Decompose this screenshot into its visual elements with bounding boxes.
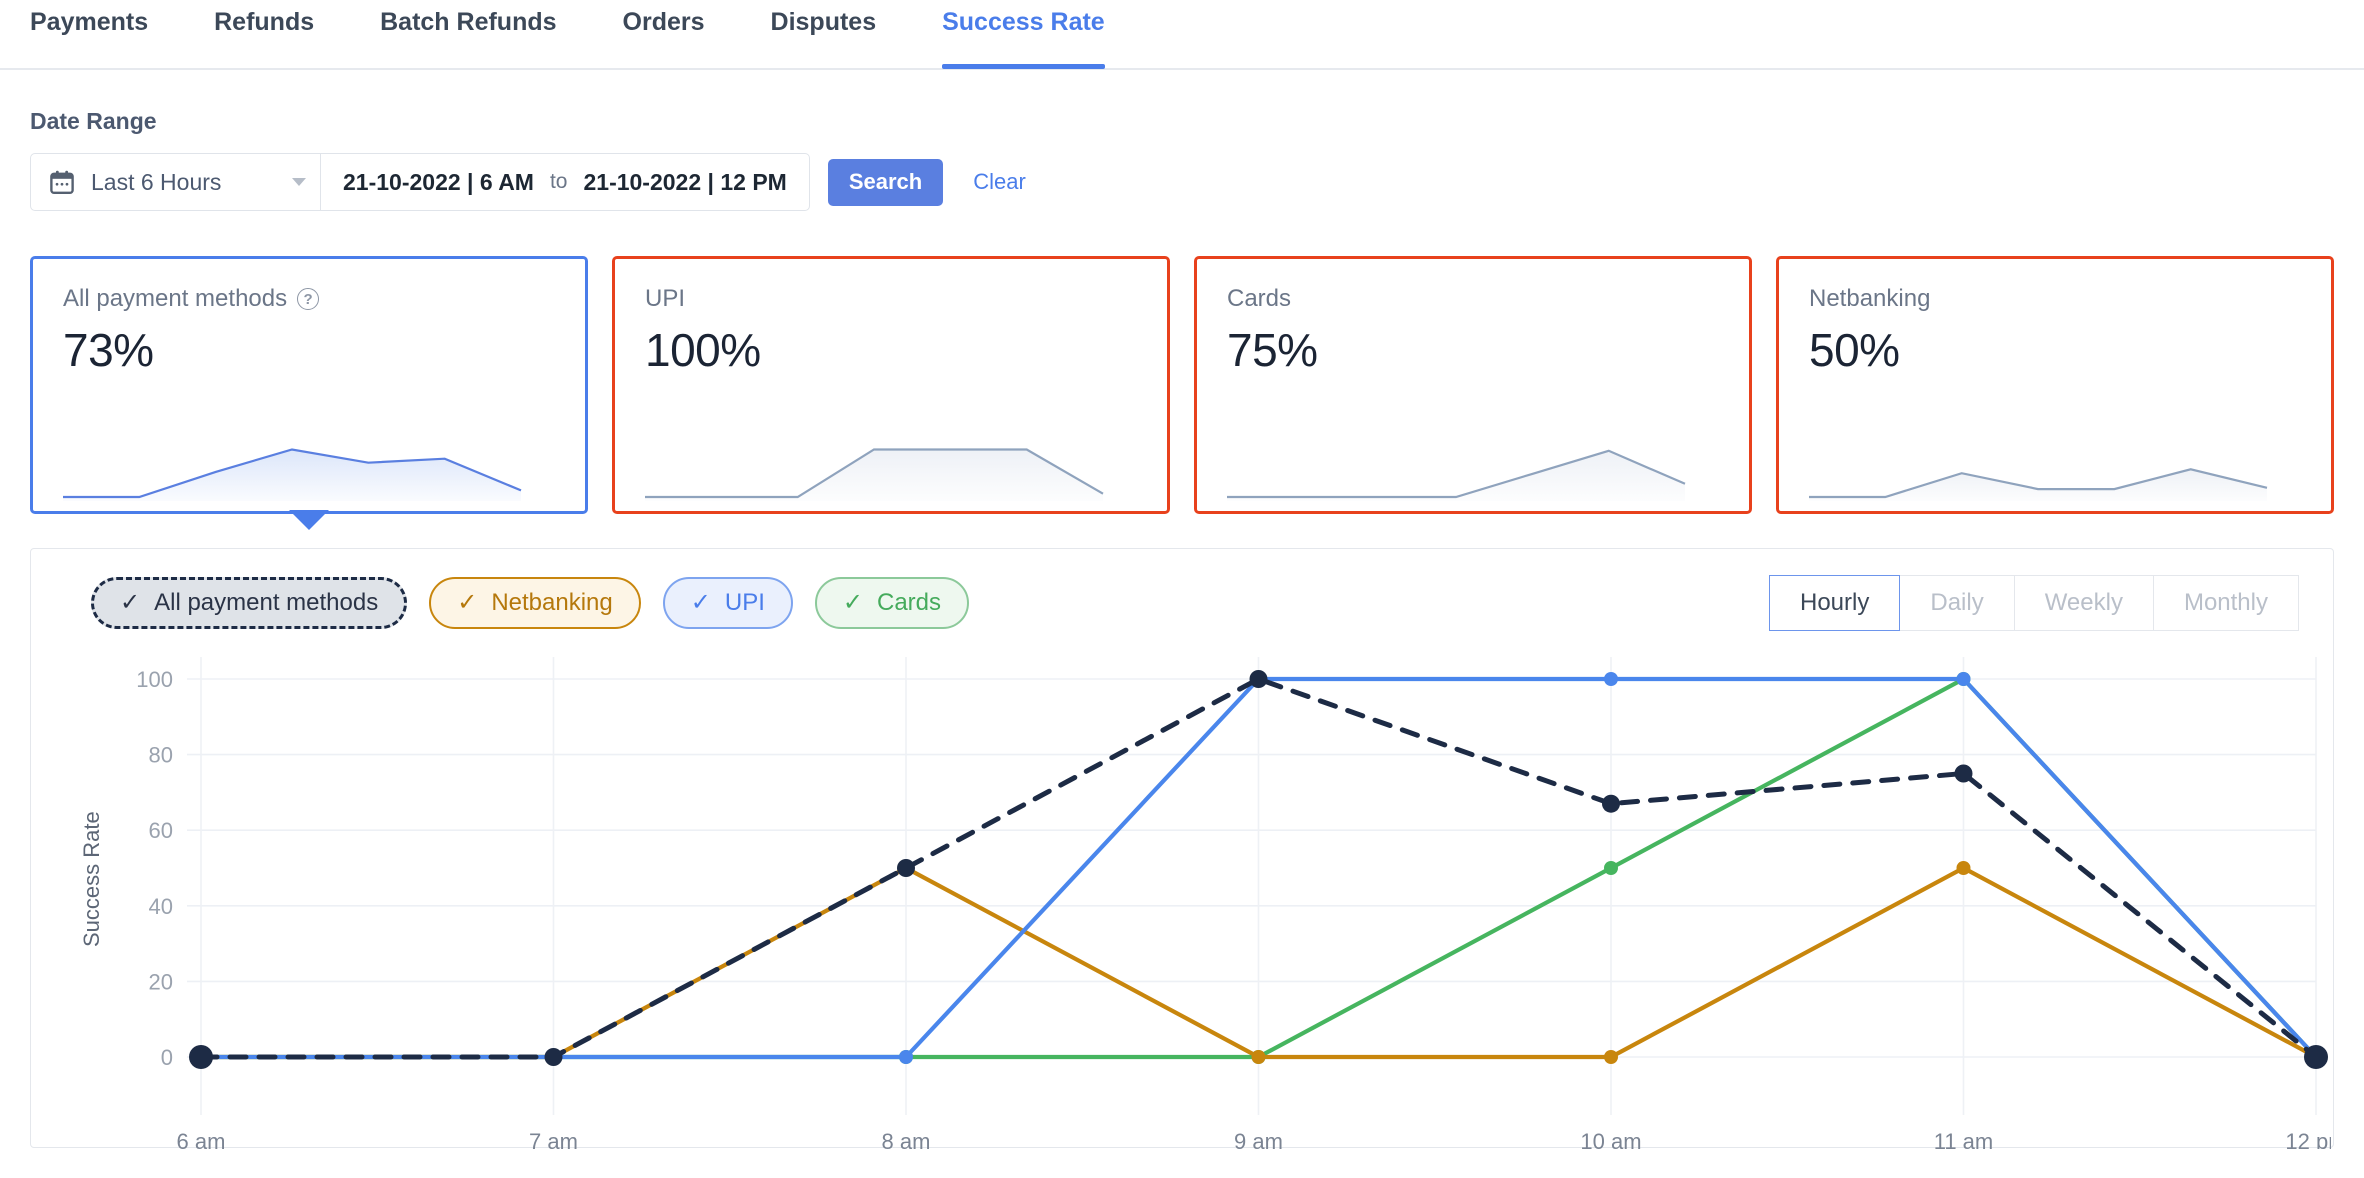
tab-batch-refunds[interactable]: Batch Refunds <box>380 0 556 67</box>
data-point <box>1604 1050 1618 1064</box>
metric-card-sparkline <box>1227 449 1686 501</box>
data-point <box>1249 670 1268 688</box>
date-preset-value: Last 6 Hours <box>91 168 222 195</box>
y-axis-tick: 20 <box>149 969 173 994</box>
tab-orders[interactable]: Orders <box>623 0 705 67</box>
series-chip-label: Cards <box>876 589 942 616</box>
metric-card-title: Netbanking <box>1809 285 2301 313</box>
check-icon: ✓ <box>842 589 863 616</box>
x-axis-tick: 12 pm <box>2285 1129 2331 1149</box>
date-range-input[interactable]: 21-10-2022 | 6 AM to 21-10-2022 | 12 PM <box>321 154 809 210</box>
series-chip-upi[interactable]: ✓ UPI <box>662 577 793 629</box>
metric-card-sparkline <box>63 448 522 501</box>
data-point <box>1954 764 1973 783</box>
data-point <box>1956 861 1971 875</box>
data-point <box>1604 861 1618 875</box>
x-axis-tick: 9 am <box>1234 1129 1283 1149</box>
metric-cards-row: All payment methods? 73% UPI 100% Cards 75% Ne… <box>0 211 2364 530</box>
granularity-hourly[interactable]: Hourly <box>1769 575 1901 631</box>
granularity-toggle-group: Hourly Daily Weekly Monthly <box>1769 575 2299 631</box>
metric-card-title: All payment methods? <box>63 285 555 313</box>
date-range-box: Last 6 Hours 21-10-2022 | 6 AM to 21-10-… <box>30 153 810 211</box>
date-range-section: Date Range Last 6 Hours 21-10-2022 | 6 A… <box>0 70 2364 211</box>
success-rate-line-chart: 0 20 40 60 80 100 6 am 7 am 8 am 9 am 10 am 11 am 12… <box>136 657 2347 1154</box>
series-chip-all-payment-methods[interactable]: ✓ All payment methods <box>91 577 408 629</box>
data-point <box>1604 672 1618 686</box>
data-point <box>2304 1045 2328 1069</box>
data-point <box>897 859 915 877</box>
data-point <box>1251 1050 1266 1064</box>
data-point <box>1956 672 1971 686</box>
granularity-weekly[interactable]: Weekly <box>2014 575 2154 631</box>
granularity-daily[interactable]: Daily <box>1900 575 2015 631</box>
main-tab-bar: Payments Refunds Batch Refunds Orders Disput… <box>0 0 2364 70</box>
metric-card-sparkline <box>1809 468 2268 501</box>
x-axis-tick: 11 am <box>1934 1129 1994 1149</box>
metric-card-cards[interactable]: Cards 75% <box>1194 256 1752 514</box>
search-button[interactable]: Search <box>827 158 944 206</box>
check-icon: ✓ <box>690 589 711 616</box>
chevron-down-icon <box>292 178 306 186</box>
check-icon: ✓ <box>457 589 478 616</box>
metric-card-title: Cards <box>1227 285 1719 313</box>
success-rate-chart-panel: ✓ All payment methods ✓ Netbanking ✓ UPI ✓ Card… <box>30 548 2347 1154</box>
metric-card-title-text: Cards <box>1227 285 1292 312</box>
metric-card-upi[interactable]: UPI 100% <box>612 256 1170 514</box>
x-axis-tick: 6 am <box>177 1129 226 1149</box>
granularity-monthly[interactable]: Monthly <box>2153 575 2299 631</box>
metric-card-value: 50% <box>1809 324 1900 376</box>
x-axis-tick: 8 am <box>882 1129 931 1149</box>
series-chip-cards[interactable]: ✓ Cards <box>814 577 970 629</box>
tab-refunds[interactable]: Refunds <box>214 0 314 67</box>
x-axis-tick: 7 am <box>529 1129 578 1149</box>
y-axis-tick: 60 <box>149 818 173 843</box>
date-preset-dropdown[interactable]: Last 6 Hours <box>31 154 321 210</box>
date-to-separator: to <box>549 170 568 193</box>
series-chip-label: All payment methods <box>154 589 379 616</box>
metric-card-title-text: UPI <box>645 285 686 312</box>
series-filter-chips: ✓ All payment methods ✓ Netbanking ✓ UPI ✓ Card… <box>91 577 970 629</box>
metric-card-sparkline <box>645 448 1104 501</box>
metric-card-value: 75% <box>1227 324 1318 376</box>
tab-success-rate[interactable]: Success Rate <box>942 0 1105 69</box>
data-point <box>189 1045 213 1069</box>
metric-card-title-text: All payment methods <box>63 285 288 312</box>
chart-y-axis-label: Success Rate <box>79 811 104 947</box>
date-to-value: 21-10-2022 | 12 PM <box>583 168 787 195</box>
selected-card-pointer <box>289 510 329 530</box>
series-chip-label: Netbanking <box>491 589 613 616</box>
metric-card-netbanking[interactable]: Netbanking 50% <box>1776 256 2334 514</box>
date-range-label: Date Range <box>30 108 157 134</box>
metric-card-value: 100% <box>645 324 761 376</box>
date-range-controls: Last 6 Hours 21-10-2022 | 6 AM to 21-10-… <box>30 153 2364 211</box>
y-axis-tick: 0 <box>161 1045 173 1070</box>
tab-payments[interactable]: Payments <box>30 0 148 67</box>
data-point <box>1602 794 1620 813</box>
date-from-value: 21-10-2022 | 6 AM <box>343 168 534 195</box>
metric-card-all-payment-methods[interactable]: All payment methods? 73% <box>30 256 588 530</box>
tab-disputes[interactable]: Disputes <box>771 0 877 67</box>
x-axis-tick: 10 am <box>1580 1129 1641 1149</box>
metric-card-title-text: Netbanking <box>1809 285 1931 312</box>
series-chip-netbanking[interactable]: ✓ Netbanking <box>429 577 641 629</box>
chart-plot-area: Success Rate 0 20 40 60 80 100 6 am 7 am 8 am 9 a… <box>31 657 2347 1154</box>
question-circle-icon[interactable]: ? <box>297 288 320 310</box>
chart-toolbar: ✓ All payment methods ✓ Netbanking ✓ UPI ✓ Card… <box>31 549 2333 631</box>
calendar-icon <box>49 169 75 196</box>
y-axis-tick: 80 <box>149 743 173 768</box>
check-icon: ✓ <box>120 589 141 616</box>
metric-card-value: 73% <box>63 324 154 376</box>
y-axis-tick: 40 <box>149 894 173 919</box>
metric-card-title: UPI <box>645 285 1137 313</box>
y-axis-tick: 100 <box>136 667 173 692</box>
clear-button[interactable]: Clear <box>973 169 1026 195</box>
data-point <box>544 1048 563 1066</box>
series-chip-label: UPI <box>724 589 765 616</box>
data-point <box>899 1050 913 1064</box>
